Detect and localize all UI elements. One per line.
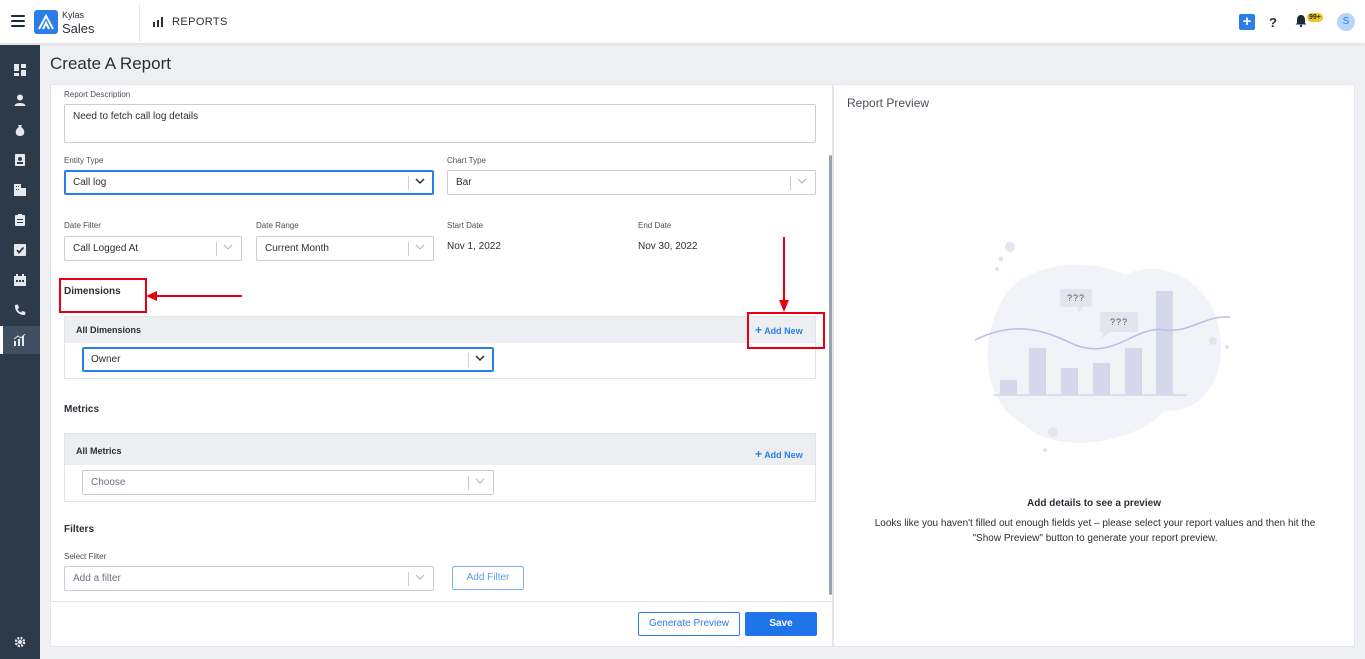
sidebar: [0, 45, 40, 659]
filter-select[interactable]: Add a filter: [64, 566, 434, 591]
phone-icon[interactable]: [0, 296, 40, 324]
dimensions-header: All Dimensions: [65, 317, 815, 343]
report-description-input[interactable]: Need to fetch call log details: [64, 104, 816, 143]
date-filter-value: Call Logged At: [73, 243, 139, 254]
add-metric-label: Add New: [764, 450, 803, 460]
plus-icon: +: [755, 447, 763, 461]
metrics-header: All Metrics: [65, 434, 815, 465]
all-metrics-label: All Metrics: [76, 446, 122, 456]
help-icon[interactable]: ?: [1269, 15, 1277, 30]
chevron-down-icon: [475, 355, 485, 362]
notification-badge: 99+: [1307, 13, 1323, 22]
annotation-box-dimensions: [59, 278, 147, 313]
date-filter-label: Date Filter: [64, 221, 101, 230]
reports-icon: [153, 16, 165, 30]
contact-card-icon[interactable]: [0, 146, 40, 174]
settings-icon[interactable]: [0, 628, 40, 656]
dimension-select[interactable]: Owner: [82, 347, 494, 372]
filters-title: Filters: [64, 524, 95, 535]
all-dimensions-label: All Dimensions: [76, 325, 142, 335]
end-date-value: Nov 30, 2022: [638, 241, 698, 252]
entity-type-select[interactable]: Call log: [64, 170, 434, 195]
user-icon[interactable]: [0, 86, 40, 114]
metric-placeholder: Choose: [91, 477, 126, 488]
empty-preview-illustration: ??? ???: [974, 242, 1231, 452]
bell-icon[interactable]: [1295, 14, 1307, 30]
add-metric-button[interactable]: + Add New: [755, 447, 803, 461]
report-preview-title: Report Preview: [847, 96, 930, 110]
save-button[interactable]: Save: [745, 612, 817, 636]
end-date-label: End Date: [638, 221, 672, 230]
date-range-value: Current Month: [265, 243, 329, 254]
preview-empty-text: Looks like you haven't filled out enough…: [874, 518, 1316, 544]
clipboard-icon[interactable]: [0, 206, 40, 234]
annotation-arrow-left: [146, 291, 242, 301]
chevron-down-icon: [223, 244, 233, 250]
question-marks-2: ???: [1110, 317, 1128, 327]
task-check-icon[interactable]: [0, 236, 40, 264]
dimension-value: Owner: [91, 354, 121, 365]
start-date-label: Start Date: [447, 221, 484, 230]
question-marks-1: ???: [1067, 293, 1085, 303]
dashboard-icon[interactable]: [0, 56, 40, 84]
footer-divider: [51, 601, 832, 602]
chevron-down-icon: [475, 478, 485, 484]
annotation-arrow-down: [779, 237, 789, 312]
top-bar: Kylas Sales REPORTS + ? 99+ S: [0, 0, 1365, 44]
filter-placeholder: Add a filter: [73, 573, 121, 584]
chevron-down-icon: [797, 178, 807, 184]
start-date-value: Nov 1, 2022: [447, 241, 501, 252]
page-title: Create A Report: [50, 54, 171, 73]
calendar-icon[interactable]: [0, 266, 40, 294]
date-filter-select[interactable]: Call Logged At: [64, 236, 242, 261]
chevron-down-icon: [415, 244, 425, 250]
metric-select[interactable]: Choose: [82, 470, 494, 495]
chart-type-select[interactable]: Bar: [447, 170, 816, 195]
annotation-box-add-new: [747, 312, 825, 349]
divider: [139, 4, 140, 42]
chevron-down-icon: [415, 574, 425, 580]
date-range-select[interactable]: Current Month: [256, 236, 434, 261]
user-avatar[interactable]: S: [1337, 13, 1355, 31]
form-scrollbar[interactable]: [829, 155, 832, 595]
generate-preview-button[interactable]: Generate Preview: [638, 612, 740, 636]
metrics-title: Metrics: [64, 404, 100, 415]
brand-product: Sales: [62, 21, 95, 36]
chevron-down-icon: [415, 178, 425, 185]
kylas-logo-icon[interactable]: [34, 10, 58, 34]
select-filter-label: Select Filter: [64, 552, 107, 561]
add-filter-button[interactable]: Add Filter: [452, 566, 524, 590]
entity-type-label: Entity Type: [64, 156, 104, 165]
money-bag-icon[interactable]: [0, 116, 40, 144]
chart-type-value: Bar: [456, 177, 472, 188]
chart-type-label: Chart Type: [447, 156, 486, 165]
date-range-label: Date Range: [256, 221, 299, 230]
report-description-label: Report Description: [64, 90, 131, 99]
section-title: REPORTS: [172, 16, 228, 28]
reports-nav-icon[interactable]: [0, 326, 40, 354]
hamburger-menu-icon[interactable]: [11, 15, 25, 27]
brand-name: Kylas: [62, 10, 85, 20]
company-icon[interactable]: [0, 176, 40, 204]
quick-add-button[interactable]: +: [1239, 14, 1255, 30]
preview-empty-heading: Add details to see a preview: [1027, 498, 1161, 509]
entity-type-value: Call log: [73, 177, 107, 188]
